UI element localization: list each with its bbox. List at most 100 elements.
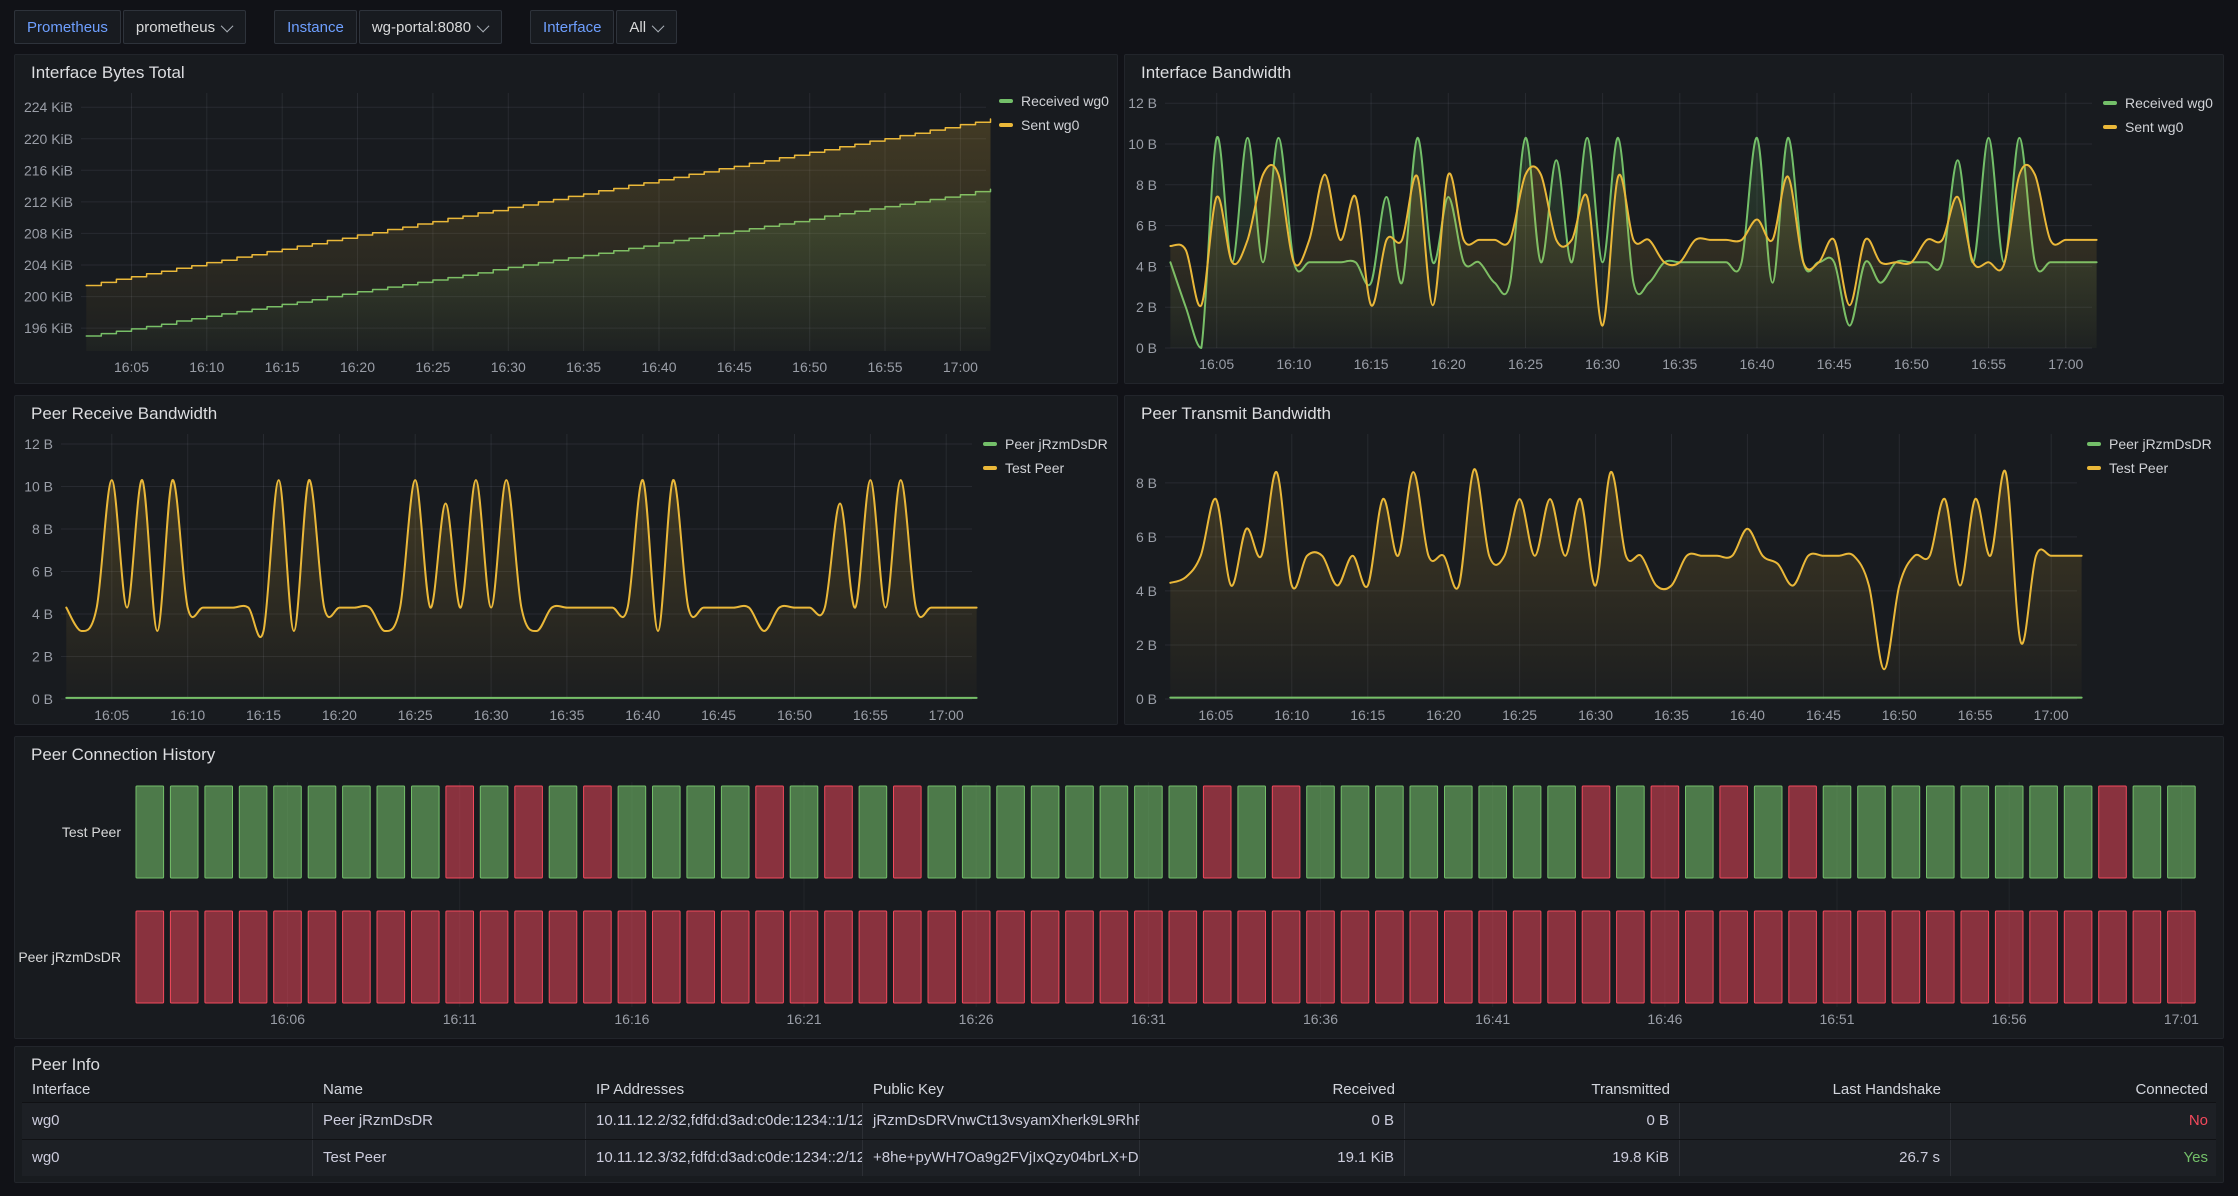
- state-disconnected-bar: [997, 911, 1025, 1003]
- var-instance-select[interactable]: wg-portal:8080: [359, 10, 502, 44]
- time-series-chart[interactable]: 196 KiB200 KiB204 KiB208 KiB212 KiB216 K…: [15, 55, 1117, 383]
- table-header-name[interactable]: Name: [313, 1077, 586, 1102]
- state-disconnected-bar: [549, 911, 577, 1003]
- legend-item[interactable]: Test Peer: [2087, 460, 2212, 476]
- x-axis-tick-label: 16:46: [1647, 1011, 1682, 1027]
- state-disconnected-bar: [377, 911, 405, 1003]
- x-axis-tick-label: 16:30: [474, 707, 509, 723]
- time-series-chart[interactable]: 0 B2 B4 B6 B8 B10 B12 B16:0516:1016:1516…: [1125, 55, 2223, 383]
- state-connected-bar: [1754, 786, 1782, 878]
- state-disconnected-bar: [687, 911, 715, 1003]
- chart-legend: Peer jRzmDsDR Test Peer: [983, 436, 1108, 476]
- state-disconnected-bar: [1651, 911, 1679, 1003]
- y-axis-tick-label: 6 B: [1136, 218, 1157, 234]
- x-axis-tick-label: 16:16: [614, 1011, 649, 1027]
- y-axis-tick-label: 12 B: [1128, 95, 1157, 111]
- x-axis-tick-label: 16:40: [1730, 707, 1765, 723]
- table-header-interface[interactable]: Interface: [22, 1077, 313, 1102]
- state-disconnected-bar: [136, 911, 164, 1003]
- legend-label: Peer jRzmDsDR: [1005, 436, 1108, 452]
- x-axis-tick-label: 16:50: [1882, 707, 1917, 723]
- state-disconnected-bar: [790, 911, 818, 1003]
- x-axis-tick-label: 16:26: [959, 1011, 994, 1027]
- table-header-received[interactable]: Received: [1140, 1077, 1405, 1102]
- table-header-row: InterfaceNameIP AddressesPublic KeyRecei…: [22, 1077, 2216, 1102]
- x-axis-tick-label: 16:25: [415, 359, 450, 375]
- table-cell: Yes: [1951, 1140, 2218, 1176]
- table-row: wg0Test Peer10.11.12.3/32,fdfd:d3ad:c0de…: [22, 1139, 2216, 1176]
- legend-item[interactable]: Received wg0: [2103, 95, 2213, 111]
- legend-item[interactable]: Test Peer: [983, 460, 1108, 476]
- x-axis-tick-label: 16:11: [443, 1011, 477, 1027]
- var-interface-select[interactable]: All: [616, 10, 677, 44]
- state-connected-bar: [1307, 786, 1335, 878]
- x-axis-tick-label: 17:01: [2164, 1011, 2199, 1027]
- panel-title[interactable]: Peer Connection History: [31, 745, 215, 765]
- legend-item[interactable]: Peer jRzmDsDR: [983, 436, 1108, 452]
- x-axis-tick-label: 16:51: [1819, 1011, 1854, 1027]
- state-disconnected-bar: [1892, 911, 1920, 1003]
- x-axis-tick-label: 16:45: [717, 359, 752, 375]
- x-axis-tick-label: 16:15: [1354, 356, 1389, 372]
- table-header-public-key[interactable]: Public Key: [863, 1077, 1140, 1102]
- state-disconnected-bar: [859, 911, 887, 1003]
- legend-item[interactable]: Received wg0: [999, 93, 1109, 109]
- state-disconnected-bar: [170, 911, 198, 1003]
- series-area: [86, 119, 990, 351]
- panel-peer-receive-bandwidth: Peer Receive Bandwidth 0 B2 B4 B6 B8 B10…: [14, 395, 1118, 725]
- legend-item[interactable]: Sent wg0: [999, 117, 1109, 133]
- y-axis-tick-label: 8 B: [1136, 177, 1157, 193]
- state-disconnected-bar: [1995, 911, 2023, 1003]
- state-connected-bar: [1066, 786, 1094, 878]
- time-series-chart[interactable]: 0 B2 B4 B6 B8 B10 B12 B16:0516:1016:1516…: [15, 396, 1117, 724]
- state-connected-bar: [170, 786, 198, 878]
- var-interface-label: Interface: [530, 10, 614, 44]
- dashboard-variables-bar: Prometheus prometheus Instance wg-portal…: [14, 8, 677, 46]
- table-cell: Test Peer: [313, 1140, 586, 1176]
- panel-title[interactable]: Peer Info: [31, 1055, 100, 1075]
- x-axis-tick-label: 16:21: [786, 1011, 821, 1027]
- table-cell: 19.1 KiB: [1140, 1140, 1405, 1176]
- x-axis-tick-label: 16:45: [701, 707, 736, 723]
- legend-item[interactable]: Sent wg0: [2103, 119, 2213, 135]
- x-axis-tick-label: 16:30: [491, 359, 526, 375]
- state-disconnected-bar: [756, 911, 784, 1003]
- legend-item[interactable]: Peer jRzmDsDR: [2087, 436, 2212, 452]
- x-axis-tick-label: 16:36: [1303, 1011, 1338, 1027]
- state-connected-bar: [1479, 786, 1507, 878]
- x-axis-tick-label: 16:15: [1350, 707, 1385, 723]
- legend-label: Sent wg0: [2125, 119, 2183, 135]
- table-cell: 26.7 s: [1680, 1140, 1951, 1176]
- legend-swatch-icon: [2103, 125, 2117, 129]
- state-connected-bar: [1617, 786, 1645, 878]
- x-axis-tick-label: 16:10: [189, 359, 224, 375]
- table-header-ip-addresses[interactable]: IP Addresses: [586, 1077, 863, 1102]
- state-connected-bar: [653, 786, 681, 878]
- panel-title[interactable]: Peer Transmit Bandwidth: [1141, 404, 1331, 424]
- x-axis-tick-label: 17:00: [929, 707, 964, 723]
- state-disconnected-bar: [343, 911, 371, 1003]
- table-header-connected[interactable]: Connected: [1951, 1077, 2218, 1102]
- x-axis-tick-label: 16:40: [1739, 356, 1774, 372]
- state-connected-bar: [1135, 786, 1163, 878]
- var-prometheus-select[interactable]: prometheus: [123, 10, 246, 44]
- x-axis-tick-label: 16:05: [1198, 707, 1233, 723]
- x-axis-tick-label: 16:45: [1817, 356, 1852, 372]
- time-series-chart[interactable]: 0 B2 B4 B6 B8 B16:0516:1016:1516:2016:25…: [1125, 396, 2223, 724]
- state-disconnected-bar: [1754, 911, 1782, 1003]
- state-connected-bar: [962, 786, 990, 878]
- panel-title[interactable]: Interface Bandwidth: [1141, 63, 1291, 83]
- legend-label: Received wg0: [1021, 93, 1109, 109]
- x-axis-tick-label: 16:25: [398, 707, 433, 723]
- legend-label: Peer jRzmDsDR: [2109, 436, 2212, 452]
- y-axis-tick-label: 6 B: [32, 564, 53, 580]
- panel-title[interactable]: Interface Bytes Total: [31, 63, 185, 83]
- y-axis-tick-label: 2 B: [1136, 637, 1157, 653]
- table-header-transmitted[interactable]: Transmitted: [1405, 1077, 1680, 1102]
- x-axis-tick-label: 17:00: [2034, 707, 2069, 723]
- table-header-last-handshake[interactable]: Last Handshake: [1680, 1077, 1951, 1102]
- state-timeline-chart[interactable]: 16:0616:1116:1616:2116:2616:3116:3616:41…: [15, 737, 2223, 1038]
- legend-swatch-icon: [983, 442, 997, 446]
- panel-title[interactable]: Peer Receive Bandwidth: [31, 404, 217, 424]
- state-connected-bar: [1341, 786, 1369, 878]
